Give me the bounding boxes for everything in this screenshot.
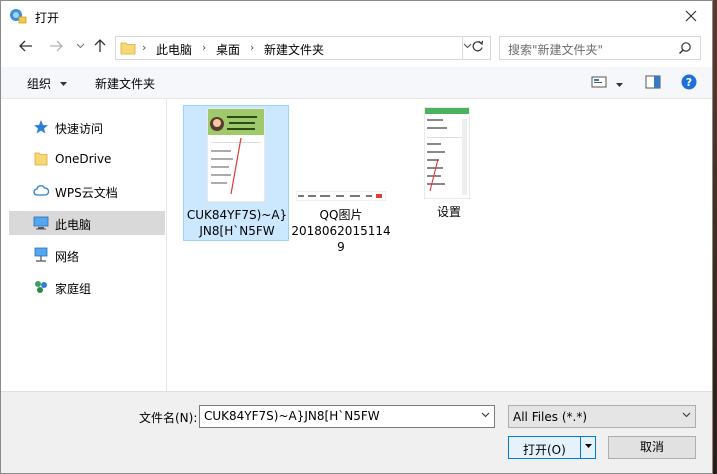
image-thumbnail	[296, 191, 386, 201]
address-divider	[462, 36, 463, 60]
open-options-dropdown[interactable]	[580, 437, 596, 458]
file-item[interactable]: QQ图片 2018062015114 9	[288, 105, 394, 255]
new-folder-button[interactable]: 新建文件夹	[95, 75, 155, 92]
dialog-footer: 文件名(N): CUK84YF7S)~A}JN8[H`N5FW All File…	[1, 391, 712, 473]
app-icon	[10, 9, 27, 24]
help-button[interactable]: ?	[681, 74, 697, 93]
filename-value: CUK84YF7S)~A}JN8[H`N5FW	[204, 409, 380, 423]
search-placeholder: 搜索"新建文件夹"	[508, 43, 604, 57]
chevron-down-icon	[76, 43, 84, 49]
svg-text:?: ?	[686, 76, 692, 89]
view-icon	[591, 76, 607, 88]
open-button[interactable]: 打开(O)	[508, 436, 596, 459]
file-name: JN8[H`N5FW	[199, 224, 275, 238]
search-box[interactable]: 搜索"新建文件夹"	[499, 36, 701, 60]
view-options-button[interactable]	[591, 75, 607, 92]
open-button-label: 打开(O)	[523, 443, 566, 457]
breadcrumb-separator: ›	[202, 41, 207, 54]
open-file-dialog: 打开 › 此电脑 › 桌面 › 新建文件夹 搜索"新建文件夹" 组织 新建文件夹…	[0, 0, 713, 474]
file-name: CUK84YF7S)~A}	[186, 208, 288, 222]
filename-label: 文件名(N):	[139, 411, 198, 425]
filetype-value: All Files (*.*)	[513, 410, 588, 424]
up-button[interactable]	[91, 39, 109, 57]
sidebar-item-label: 快速访问	[55, 122, 104, 136]
arrow-right-icon	[50, 40, 63, 52]
preview-pane-icon	[645, 75, 661, 89]
refresh-icon	[472, 40, 483, 52]
command-bar: 组织 新建文件夹 ?	[1, 67, 712, 99]
sidebar-item-network[interactable]: 网络	[9, 243, 165, 267]
close-button[interactable]	[674, 3, 708, 29]
sidebar-item-label: 网络	[55, 250, 80, 264]
sidebar-item-label: WPS云文档	[55, 186, 118, 200]
breadcrumb-new-folder[interactable]: 新建文件夹	[264, 41, 324, 58]
caret-down-icon	[59, 82, 67, 86]
title-bar: 打开	[1, 1, 712, 31]
view-dropdown[interactable]	[615, 78, 624, 92]
breadcrumb-separator: ›	[250, 41, 255, 54]
cloud-icon	[33, 185, 49, 196]
network-icon	[34, 247, 48, 262]
caret-down-icon	[616, 83, 623, 87]
image-thumbnail	[207, 108, 265, 202]
file-item[interactable]: CUK84YF7S)~A} JN8[H`N5FW	[183, 105, 289, 241]
file-name: 2018062015114	[291, 224, 391, 238]
chevron-down-icon	[682, 412, 691, 418]
refresh-button[interactable]	[467, 40, 487, 58]
sidebar-item-this-pc[interactable]: 此电脑	[9, 211, 165, 235]
search-icon	[679, 42, 691, 54]
chevron-down-icon	[481, 412, 490, 418]
navigation-pane: 快速访问 OneDrive WPS云文档 此电脑 网络 家庭组	[1, 99, 167, 391]
preview-pane-button[interactable]	[645, 75, 661, 92]
sidebar-item-wps-cloud[interactable]: WPS云文档	[9, 179, 165, 203]
arrow-left-icon	[19, 40, 32, 52]
computer-icon	[33, 216, 49, 230]
arrow-up-icon	[94, 39, 106, 52]
window-title: 打开	[35, 11, 60, 25]
homegroup-icon	[35, 281, 47, 293]
help-icon: ?	[681, 74, 697, 90]
close-icon	[685, 10, 697, 22]
breadcrumb-this-pc[interactable]: 此电脑	[156, 41, 192, 58]
address-bar[interactable]: › 此电脑 › 桌面 › 新建文件夹	[115, 36, 491, 60]
file-list: CUK84YF7S)~A} JN8[H`N5FW QQ图片 2018062015…	[168, 99, 712, 391]
navigation-bar: › 此电脑 › 桌面 › 新建文件夹 搜索"新建文件夹"	[1, 31, 712, 67]
sidebar-item-quick-access[interactable]: 快速访问	[9, 115, 165, 139]
recent-dropdown[interactable]	[71, 39, 89, 57]
star-icon	[34, 120, 48, 134]
file-name: QQ图片	[319, 208, 363, 222]
image-thumbnail	[424, 107, 470, 199]
filetype-dropdown	[682, 410, 691, 422]
sidebar-item-homegroup[interactable]: 家庭组	[9, 275, 165, 299]
filename-input[interactable]: CUK84YF7S)~A}JN8[H`N5FW	[199, 405, 495, 428]
file-item[interactable]: 设置	[396, 105, 502, 225]
sidebar-item-label: OneDrive	[55, 152, 112, 166]
caret-down-icon	[585, 444, 592, 448]
sidebar-item-onedrive[interactable]: OneDrive	[9, 147, 165, 171]
cancel-button[interactable]: 取消	[608, 436, 696, 459]
breadcrumb-separator: ›	[142, 41, 147, 54]
breadcrumb-desktop[interactable]: 桌面	[216, 41, 240, 58]
filetype-select[interactable]: All Files (*.*)	[508, 405, 696, 428]
filename-history-dropdown[interactable]	[481, 410, 490, 422]
file-name: 设置	[436, 205, 461, 219]
sidebar-item-label: 此电脑	[55, 218, 92, 232]
folder-icon	[120, 42, 136, 55]
back-button[interactable]	[17, 39, 35, 57]
folder-icon	[34, 152, 48, 166]
organize-label: 组织	[27, 77, 52, 91]
sidebar-item-label: 家庭组	[55, 282, 92, 296]
forward-button[interactable]	[47, 39, 65, 57]
organize-menu[interactable]: 组织	[27, 75, 68, 92]
file-name: 9	[337, 240, 345, 254]
